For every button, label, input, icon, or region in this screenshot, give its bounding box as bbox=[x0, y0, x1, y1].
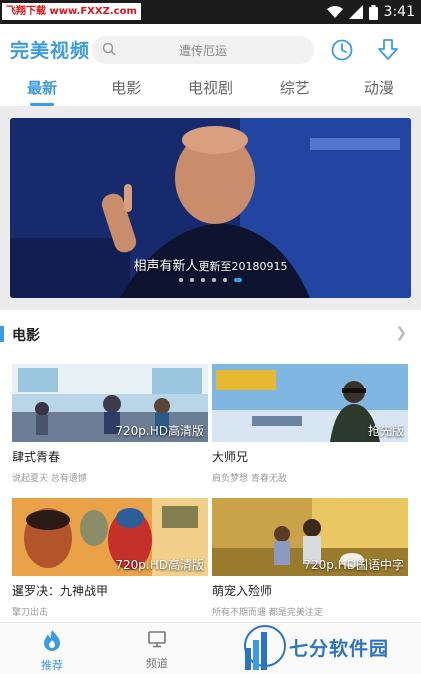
movie-subtitle: 肩负梦想 青春无敌 bbox=[212, 474, 287, 484]
tab-variety[interactable]: 综艺 bbox=[253, 74, 337, 106]
nav-channel-label: 频道 bbox=[146, 657, 168, 670]
movie-card[interactable]: 720p.HD高清版 暹罗决：九神战甲 擎刀出击 bbox=[12, 498, 208, 618]
movie-title: 肆式青春 bbox=[12, 450, 61, 464]
movies-section-header[interactable]: 电影 ❯ bbox=[0, 320, 421, 348]
movie-subtitle: 擎刀出击 bbox=[12, 608, 49, 618]
tab-tv-series[interactable]: 电视剧 bbox=[168, 74, 252, 106]
banner-dot[interactable] bbox=[212, 277, 217, 282]
movie-subtitle: 说起夏天 总有遗憾 bbox=[12, 474, 87, 484]
movie-card[interactable]: 720p.HD国语中字 萌宠入殓师 所有不期而遇 都是完美注定 bbox=[212, 498, 408, 618]
movie-title: 暹罗决：九神战甲 bbox=[12, 584, 109, 598]
history-clock-icon bbox=[331, 39, 353, 61]
movie-card[interactable]: 720p.HD高清版 肆式青春 说起夏天 总有遗憾 bbox=[12, 364, 208, 484]
wifi-icon bbox=[326, 6, 343, 18]
quality-badge: 720p.HD国语中字 bbox=[303, 558, 404, 572]
quality-badge: 抢先版 bbox=[367, 424, 404, 438]
section-title: 电影 bbox=[12, 328, 40, 344]
banner-dot[interactable] bbox=[178, 277, 183, 282]
watermark-tag: 飞翔下载 www.FXXZ.com bbox=[2, 3, 141, 20]
movie-poster[interactable]: 抢先版 bbox=[212, 364, 408, 442]
movie-title: 萌宠入殓师 bbox=[212, 584, 273, 598]
movie-poster[interactable]: 720p.HD高清版 bbox=[12, 364, 208, 442]
watermark-logo-icon bbox=[244, 625, 286, 670]
download-button[interactable] bbox=[376, 38, 400, 62]
chevron-right-icon[interactable]: ❯ bbox=[395, 325, 407, 341]
tab-movies[interactable]: 电影 bbox=[84, 74, 168, 106]
movie-poster[interactable]: 720p.HD国语中字 bbox=[212, 498, 408, 576]
history-button[interactable] bbox=[330, 38, 354, 62]
quality-badge: 720p.HD高清版 bbox=[115, 558, 204, 572]
watermark-text: 七分软件园 bbox=[289, 638, 390, 660]
section-accent-bar bbox=[0, 326, 4, 342]
nav-home[interactable]: 推荐 bbox=[22, 629, 82, 673]
movie-poster[interactable]: 720p.HD高清版 bbox=[12, 498, 208, 576]
banner-dot-active[interactable] bbox=[234, 277, 243, 282]
battery-icon bbox=[368, 4, 378, 20]
movie-title: 大师兄 bbox=[212, 450, 249, 464]
search-placeholder: 遭传厄运 bbox=[178, 44, 227, 58]
status-time: 3:41 bbox=[383, 4, 415, 20]
banner-dot[interactable] bbox=[189, 277, 194, 282]
status-bar: 飞翔下载 www.FXXZ.com 3:41 bbox=[0, 0, 421, 24]
tab-anime[interactable]: 动漫 bbox=[337, 74, 421, 106]
monitor-icon bbox=[148, 631, 166, 648]
download-icon bbox=[378, 39, 398, 60]
signal-icon bbox=[348, 5, 363, 19]
category-tabs: 最新 电影 电视剧 综艺 动漫 bbox=[0, 74, 421, 106]
banner-pagination bbox=[10, 269, 411, 288]
movie-subtitle: 所有不期而遇 都是完美注定 bbox=[212, 608, 323, 618]
search-bar[interactable]: 遭传厄运 bbox=[92, 36, 314, 64]
hero-banner[interactable]: 相声有新人更新至20180915 bbox=[10, 118, 411, 298]
movie-card[interactable]: 抢先版 大师兄 肩负梦想 青春无敌 bbox=[212, 364, 408, 484]
quality-badge: 720p.HD高清版 bbox=[115, 424, 204, 438]
banner-dot[interactable] bbox=[223, 277, 228, 282]
app-header: 完美视频 遭传厄运 bbox=[0, 24, 421, 74]
banner-dot[interactable] bbox=[200, 277, 205, 282]
nav-home-label: 推荐 bbox=[41, 659, 63, 672]
status-icons: 3:41 bbox=[326, 0, 415, 24]
site-watermark: 七分软件园 bbox=[237, 618, 421, 674]
tab-latest[interactable]: 最新 bbox=[0, 74, 84, 106]
app-logo: 完美视频 bbox=[10, 40, 91, 62]
nav-channel[interactable]: 频道 bbox=[127, 629, 187, 671]
flame-icon bbox=[44, 630, 60, 651]
